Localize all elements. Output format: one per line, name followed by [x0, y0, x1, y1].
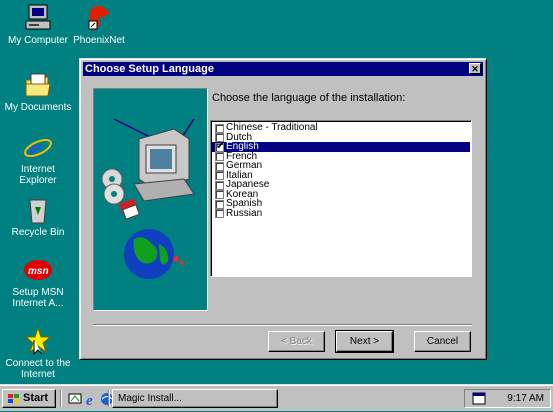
- desktop-icon-msn[interactable]: msn Setup MSN Internet A...: [0, 255, 76, 309]
- quicklaunch-divider: [60, 390, 62, 407]
- language-label: Russian: [226, 207, 263, 219]
- task-magic-install[interactable]: Magic Install...: [112, 389, 278, 408]
- back-button[interactable]: < Back: [268, 331, 325, 352]
- checkbox[interactable]: [215, 190, 224, 199]
- checkbox[interactable]: [215, 123, 224, 133]
- scheduler-icon[interactable]: [471, 391, 487, 406]
- desktop-icon-phoenixnet[interactable]: PhoenixNet: [61, 3, 137, 46]
- internet-explorer-icon: e: [22, 132, 54, 164]
- phoenixnet-icon: [83, 3, 115, 33]
- desktop-icon-internet-explorer[interactable]: e Internet Explorer: [0, 132, 76, 186]
- windows-logo-icon: [7, 393, 21, 405]
- desktop-icon-label: Recycle Bin: [11, 227, 65, 238]
- folder-icon: [22, 70, 54, 100]
- taskbar: Start e Magic Install... 9:17 AM: [0, 384, 553, 411]
- svg-text:e: e: [86, 393, 93, 407]
- desktop-icon-label: My Documents: [4, 102, 72, 113]
- start-button[interactable]: Start: [2, 389, 56, 408]
- checkbox[interactable]: [215, 209, 224, 218]
- recycle-bin-icon: [22, 195, 54, 225]
- checkbox[interactable]: [215, 152, 224, 161]
- desktop-icon-label: Internet Explorer: [19, 164, 57, 186]
- desktop-icon-label: Connect to the Internet: [5, 358, 71, 380]
- desktop-icon-my-documents[interactable]: My Documents: [0, 70, 76, 113]
- my-computer-icon: [22, 3, 54, 33]
- checkbox[interactable]: [215, 161, 224, 171]
- svg-text:e: e: [29, 133, 41, 162]
- svg-text:msn: msn: [28, 266, 49, 277]
- setup-language-dialog: Choose Setup Language ✕ Choose the langu…: [79, 58, 487, 360]
- quicklaunch-divider: [108, 390, 110, 407]
- start-label: Start: [23, 392, 49, 404]
- desktop-icon-label: PhoenixNet: [73, 35, 125, 46]
- desktop-icon-connect-internet[interactable]: Connect to the Internet: [0, 326, 76, 380]
- msn-icon: msn: [22, 255, 54, 285]
- next-button[interactable]: Next >: [335, 330, 394, 353]
- checkbox-checked[interactable]: ✔: [215, 141, 224, 152]
- close-icon[interactable]: ✕: [469, 63, 481, 74]
- cancel-button[interactable]: Cancel: [414, 331, 471, 352]
- internet-explorer-icon[interactable]: e: [83, 391, 99, 409]
- desktop-icon-recycle-bin[interactable]: Recycle Bin: [0, 195, 76, 238]
- setup-illustration: [93, 88, 208, 311]
- language-prompt: Choose the language of the installation:: [212, 92, 406, 104]
- connect-internet-icon: [22, 326, 54, 356]
- checkbox[interactable]: [215, 199, 224, 209]
- dialog-title: Choose Setup Language: [85, 63, 214, 75]
- clock[interactable]: 9:17 AM: [507, 390, 544, 407]
- language-list[interactable]: Chinese - Traditional Dutch ✔ English Fr…: [210, 120, 472, 277]
- language-item-russian[interactable]: Russian: [212, 207, 470, 219]
- dialog-separator: [93, 324, 472, 326]
- show-desktop-icon[interactable]: [67, 391, 83, 407]
- desktop-icon-label: Setup MSN Internet A...: [12, 287, 64, 309]
- dialog-titlebar[interactable]: Choose Setup Language ✕: [83, 62, 483, 76]
- checkbox[interactable]: [215, 171, 224, 180]
- checkbox[interactable]: [215, 180, 224, 190]
- system-tray: 9:17 AM: [464, 389, 551, 408]
